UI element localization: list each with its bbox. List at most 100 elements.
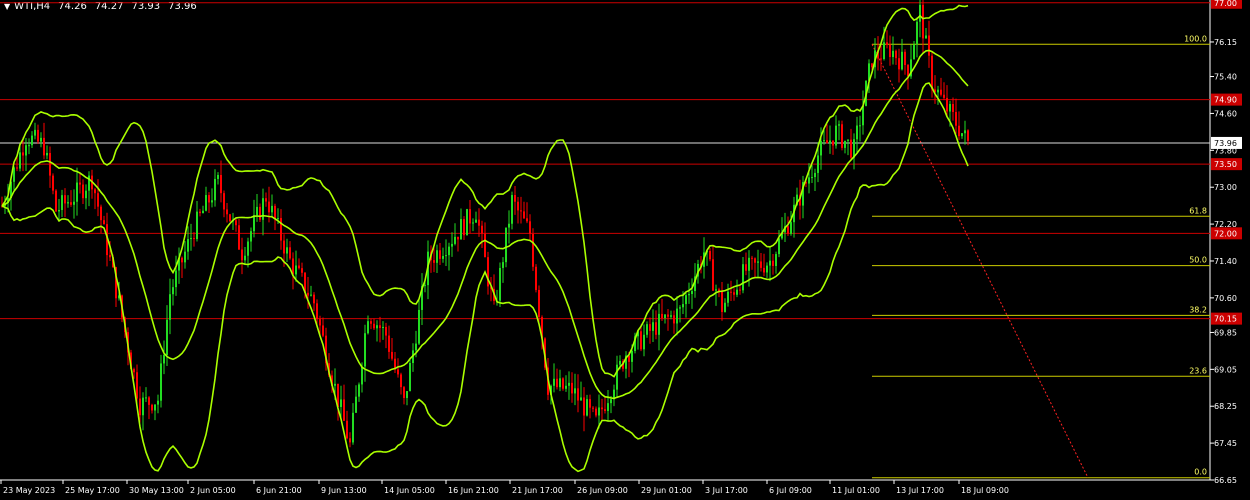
x-tick-label: 26 Jun 09:00 (577, 486, 628, 495)
candle-body (418, 309, 420, 344)
candle-body (19, 152, 21, 169)
candle-body (937, 89, 939, 93)
y-tick-label: 70.60 (1214, 294, 1237, 303)
candle-body (892, 50, 894, 58)
candle-body (343, 399, 345, 421)
candle-body (475, 219, 477, 223)
candle-body (778, 238, 780, 255)
candle-body (670, 315, 672, 317)
x-tick-label: 25 May 17:00 (65, 486, 120, 495)
candle-body (580, 397, 582, 401)
candle-body (298, 265, 300, 269)
candle-body (274, 205, 276, 219)
y-tick-label: 67.45 (1214, 439, 1237, 448)
candle-body (295, 265, 297, 275)
candle-body (643, 334, 645, 350)
candle-body (193, 238, 195, 240)
candle-body (151, 404, 153, 411)
candle-body (526, 218, 528, 222)
x-tick-label: 29 Jun 01:00 (641, 486, 692, 495)
candle-body (169, 294, 171, 320)
level-price-label: 77.00 (1214, 0, 1237, 8)
x-tick-label: 3 Jul 17:00 (705, 486, 748, 495)
candle-body (346, 420, 348, 439)
candle-body (943, 94, 945, 98)
candle-body (745, 264, 747, 271)
candle-body (40, 137, 42, 142)
candle-body (244, 255, 246, 261)
candle-body (922, 4, 924, 39)
candle-body (52, 175, 54, 191)
candle-body (646, 324, 648, 335)
candle-body (820, 141, 822, 156)
candle-body (220, 174, 222, 194)
candle-body (313, 294, 315, 304)
candle-body (904, 51, 906, 66)
candle-body (457, 236, 459, 240)
candle-body (577, 388, 579, 401)
candle-body (235, 220, 237, 226)
candle-body (379, 325, 381, 328)
candle-body (55, 190, 57, 212)
candle-body (247, 241, 249, 256)
candle-body (31, 135, 33, 146)
candle-body (187, 239, 189, 252)
fib-level-label: 50.0 (1189, 256, 1207, 265)
candle-body (769, 260, 771, 266)
candle-body (664, 314, 666, 318)
candle-body (787, 226, 789, 234)
candle-body (907, 65, 909, 77)
price-chart[interactable]: 100.0 61.8 50.0 38.2 23.6 0.0 76.15 75.40 74.60 7… (0, 0, 1250, 500)
candle-body (85, 190, 87, 199)
candle-body (838, 124, 840, 126)
candle-body (478, 219, 480, 226)
fib-level-label: 61.8 (1189, 206, 1207, 215)
candle-body (25, 145, 27, 156)
candle-body (391, 351, 393, 359)
candle-body (808, 177, 810, 184)
candle-body (358, 384, 360, 397)
candle-body (901, 51, 903, 70)
candle-body (280, 218, 282, 241)
candle-body (814, 172, 816, 178)
candle-body (898, 58, 900, 70)
candle-body (319, 319, 321, 326)
candle-body (181, 257, 183, 263)
level-price-label: 74.90 (1214, 96, 1237, 105)
candle-body (661, 313, 663, 318)
candle-body (721, 291, 723, 312)
y-tick-label: 75.40 (1214, 73, 1237, 82)
candle-body (763, 267, 765, 273)
candle-body (277, 218, 279, 220)
candle-body (202, 210, 204, 214)
candle-body (517, 201, 519, 211)
x-tick-label: 6 Jun 21:00 (256, 486, 302, 495)
candle-body (688, 294, 690, 296)
fib-trendline (871, 44, 1089, 478)
candle-body (100, 206, 102, 221)
candle-body (508, 223, 510, 228)
candle-body (163, 355, 165, 364)
bollinger-lower-band (1, 82, 969, 473)
candle-body (754, 258, 756, 263)
candle-body (505, 227, 507, 263)
candle-body (148, 397, 150, 405)
x-tick-label: 6 Jul 09:00 (769, 486, 812, 495)
candle-body (196, 211, 198, 240)
candle-body (601, 407, 603, 410)
candle-body (592, 407, 594, 409)
candle-body (136, 372, 138, 399)
candle-body (451, 243, 453, 247)
candle-body (568, 382, 570, 386)
current-price-label: 73.96 (1214, 139, 1237, 148)
candle-body (739, 289, 741, 291)
candle-body (916, 21, 918, 45)
candle-body (406, 391, 408, 398)
y-tick-label: 66.65 (1214, 476, 1237, 485)
candle-body (238, 225, 240, 250)
level-price-label: 70.15 (1214, 315, 1237, 324)
candle-body (469, 209, 471, 224)
y-tick-label: 69.85 (1214, 328, 1237, 337)
candle-body (229, 214, 231, 222)
candle-body (832, 140, 834, 146)
